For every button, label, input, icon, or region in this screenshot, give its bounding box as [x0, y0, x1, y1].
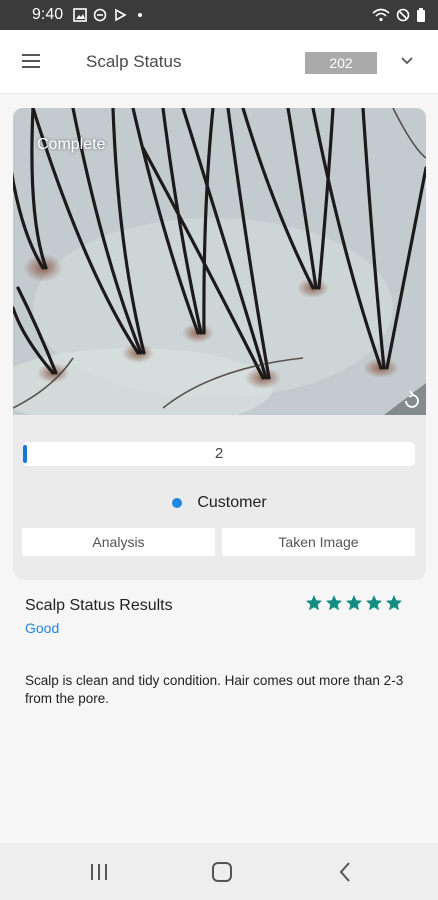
star-icon — [366, 595, 382, 611]
no-sim-icon — [396, 8, 410, 22]
notification-dot-icon — [138, 13, 143, 17]
rotate-button[interactable] — [384, 383, 426, 415]
star-icon — [346, 595, 362, 611]
hamburger-menu-icon[interactable] — [22, 54, 40, 68]
star-icon — [386, 595, 402, 611]
scalp-card: Complete 2 Customer Analysis Taken Image — [13, 108, 426, 580]
scalp-microscope-image: Complete — [13, 108, 426, 415]
status-bar: 9:40 — [0, 0, 438, 30]
analysis-button[interactable]: Analysis — [22, 528, 215, 556]
customer-dot-icon — [172, 498, 183, 508]
customer-row: Customer — [13, 492, 426, 514]
play-store-icon — [115, 8, 127, 22]
chevron-down-icon[interactable] — [400, 56, 414, 66]
star-icon — [326, 595, 342, 611]
do-not-disturb-icon — [93, 8, 107, 22]
results-title: Scalp Status Results — [25, 597, 173, 614]
gallery-notification-icon — [73, 8, 87, 22]
star-rating — [305, 594, 403, 612]
taken-image-button[interactable]: Taken Image — [222, 528, 415, 556]
star-icon — [306, 595, 322, 611]
progress-bar: 2 — [23, 442, 415, 466]
results-grade: Good — [25, 620, 60, 636]
system-nav-bar — [0, 843, 438, 900]
back-icon[interactable] — [334, 861, 358, 883]
wifi-icon — [372, 8, 390, 22]
results-description: Scalp is clean and tidy condition. Hair … — [25, 673, 404, 706]
app-bar: Scalp Status 202 — [0, 30, 438, 94]
customer-label: Customer — [197, 494, 267, 511]
home-icon[interactable] — [210, 861, 234, 883]
status-time: 9:40 — [32, 6, 64, 23]
status-right-icons — [372, 8, 426, 22]
status-left-icons — [73, 8, 147, 22]
rotate-icon — [384, 383, 426, 415]
capture-status-label: Complete — [37, 136, 106, 153]
progress-value: 2 — [214, 445, 224, 462]
recents-icon[interactable] — [87, 861, 111, 883]
hair-strands-graphic — [13, 108, 426, 415]
battery-icon — [417, 8, 425, 22]
device-id-badge[interactable]: 202 — [305, 52, 377, 74]
page-title: Scalp Status — [86, 52, 182, 71]
